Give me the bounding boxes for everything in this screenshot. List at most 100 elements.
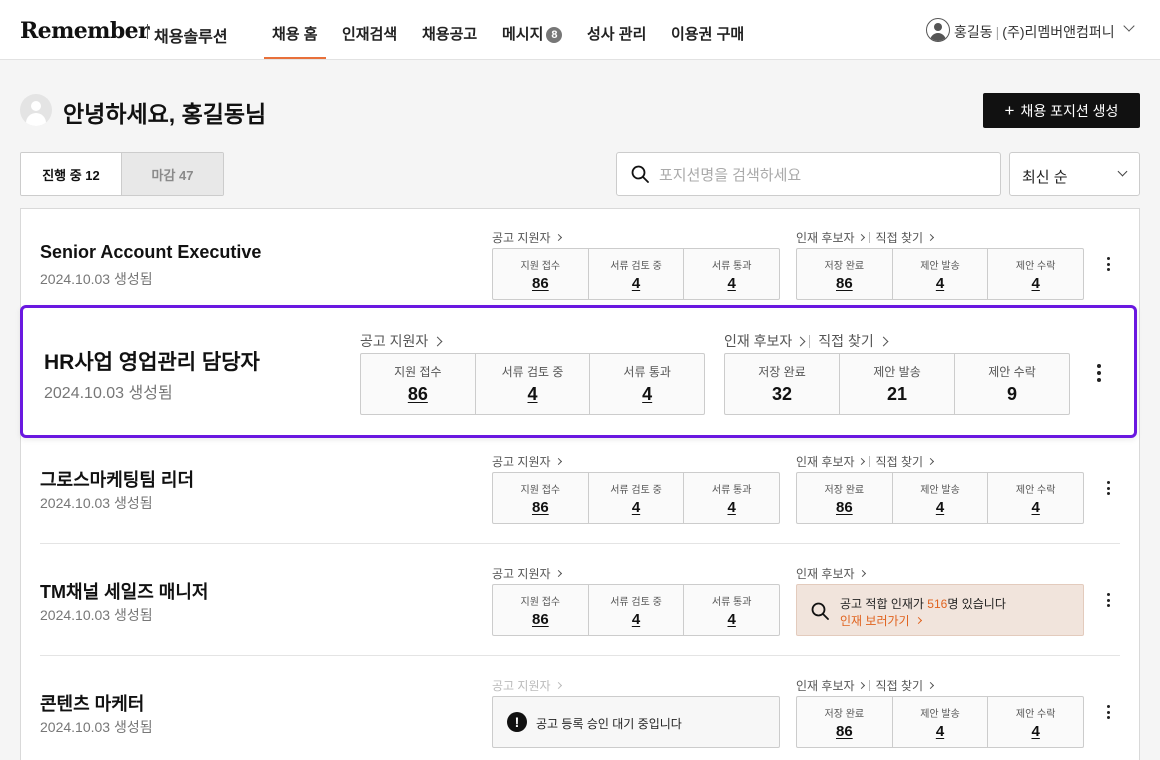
stat-label: 저장 완료 bbox=[824, 260, 865, 272]
row-divider bbox=[40, 543, 1120, 544]
candidates-link[interactable]: 인재 후보자 bbox=[724, 331, 792, 351]
stat-accepted[interactable]: 제안 수락 4 bbox=[987, 249, 1083, 299]
direct-search-link[interactable]: 직접 찾기 bbox=[818, 331, 873, 351]
stat-value: 21 bbox=[886, 384, 908, 404]
stat-label: 제안 수락 bbox=[1015, 708, 1056, 720]
direct-search-link[interactable]: 직접 찾기 bbox=[876, 229, 924, 246]
user-menu-chevron-down-icon[interactable] bbox=[1123, 20, 1135, 32]
profile-avatar-icon bbox=[20, 94, 52, 126]
stat-value: 9 bbox=[1006, 384, 1017, 404]
applicants-link[interactable]: 공고 지원자 bbox=[492, 565, 562, 582]
stat-saved[interactable]: 저장 완료 32 bbox=[725, 354, 839, 414]
candidates-link[interactable]: 인재 후보자 bbox=[796, 453, 855, 470]
candidate-stats: 저장 완료 86 제안 발송 4 제안 수락 4 bbox=[796, 472, 1084, 524]
stat-label: 지원 접수 bbox=[520, 596, 561, 608]
stat-reviewing[interactable]: 서류 검토 중 4 bbox=[587, 249, 684, 299]
stat-offered[interactable]: 제안 발송 4 bbox=[891, 249, 988, 299]
stat-passed[interactable]: 서류 통과 4 bbox=[683, 249, 779, 299]
user-name: 홍길동 bbox=[954, 24, 993, 40]
logo[interactable]: Remember bbox=[20, 18, 150, 44]
stat-offered[interactable]: 제안 발송 21 bbox=[839, 354, 954, 414]
applicants-label: 공고 지원자 bbox=[492, 679, 551, 693]
more-options-icon[interactable] bbox=[1105, 257, 1111, 271]
position-date: 2024.10.03 생성됨 bbox=[40, 719, 153, 735]
tab-closed[interactable]: 마감 47 bbox=[122, 153, 223, 195]
user-avatar-icon[interactable] bbox=[926, 18, 950, 42]
stat-value: 86 bbox=[531, 498, 549, 516]
chevron-right-icon bbox=[857, 233, 865, 242]
more-options-icon[interactable] bbox=[1096, 364, 1102, 382]
candidates-link[interactable]: 인재 후보자 bbox=[796, 565, 866, 582]
chevron-right-icon bbox=[927, 681, 935, 690]
view-talent-label: 인재 보러가기 bbox=[840, 614, 910, 628]
more-options-icon[interactable] bbox=[1105, 705, 1111, 719]
menu-job-posts[interactable]: 채용공고 bbox=[422, 23, 477, 44]
stat-label: 저장 완료 bbox=[758, 365, 806, 379]
sort-select[interactable]: 최신 순 bbox=[1009, 152, 1140, 196]
talent-match-notice[interactable]: 공고 적합 인재가 516명 있습니다 인재 보러가기 bbox=[796, 584, 1084, 636]
stat-passed[interactable]: 서류 통과 4 bbox=[589, 354, 704, 414]
stat-label: 서류 검토 중 bbox=[610, 484, 662, 496]
applicants-label: 공고 지원자 bbox=[492, 231, 551, 245]
stat-label: 제안 발송 bbox=[873, 365, 921, 379]
position-title[interactable]: 콘텐츠 마케터 bbox=[40, 690, 144, 716]
stat-saved[interactable]: 저장 완료 86 bbox=[797, 697, 892, 747]
candidates-link[interactable]: 인재 후보자 bbox=[796, 229, 855, 246]
stat-accepted[interactable]: 제안 수락 9 bbox=[954, 354, 1069, 414]
divider bbox=[809, 334, 811, 348]
stat-value: 4 bbox=[727, 610, 736, 628]
direct-search-link[interactable]: 직접 찾기 bbox=[876, 453, 924, 470]
stat-reviewing[interactable]: 서류 검토 중 4 bbox=[587, 473, 684, 523]
stat-offered[interactable]: 제안 발송 4 bbox=[891, 473, 988, 523]
create-position-label: 채용 포지션 생성 bbox=[1020, 102, 1119, 119]
user-info[interactable]: 홍길동 | (주)리멤버앤컴퍼니 bbox=[954, 22, 1115, 42]
applicants-link[interactable]: 공고 지원자 bbox=[492, 453, 562, 470]
stat-saved[interactable]: 저장 완료 86 bbox=[797, 473, 892, 523]
stat-passed[interactable]: 서류 통과 4 bbox=[683, 473, 779, 523]
stat-accepted[interactable]: 제안 수락 4 bbox=[987, 473, 1083, 523]
applicants-link[interactable]: 공고 지원자 bbox=[492, 229, 562, 246]
menu-messages[interactable]: 메시지 8 bbox=[502, 23, 563, 44]
notice-prefix: 공고 적합 인재가 bbox=[840, 597, 928, 611]
direct-search-link[interactable]: 직접 찾기 bbox=[876, 677, 924, 694]
more-options-icon[interactable] bbox=[1105, 481, 1111, 495]
menu-talent-search[interactable]: 인재검색 bbox=[342, 23, 397, 44]
top-nav: Remember 채용솔루션 채용 홈 인재검색 채용공고 메시지 8 성사 관리… bbox=[0, 0, 1160, 60]
search-icon bbox=[811, 602, 829, 620]
menu-deal-management[interactable]: 성사 관리 bbox=[587, 23, 646, 44]
stat-label: 서류 통과 bbox=[711, 260, 752, 272]
pending-approval-notice: ! 공고 등록 승인 대기 중입니다 bbox=[492, 696, 780, 748]
stat-label: 제안 발송 bbox=[920, 708, 960, 720]
stat-accepted[interactable]: 제안 수락 4 bbox=[987, 697, 1083, 747]
highlighted-position-card[interactable]: HR사업 영업관리 담당자 2024.10.03 생성됨 공고 지원자 지원 접… bbox=[20, 305, 1137, 438]
search-input[interactable] bbox=[659, 163, 989, 187]
more-options-icon[interactable] bbox=[1105, 593, 1111, 607]
menu-recruit-home[interactable]: 채용 홈 bbox=[272, 23, 318, 44]
applicant-stats: 지원 접수 86 서류 검토 중 4 서류 통과 4 bbox=[492, 584, 780, 636]
stat-saved[interactable]: 저장 완료 86 bbox=[797, 249, 892, 299]
tab-in-progress[interactable]: 진행 중 12 bbox=[21, 153, 122, 195]
stat-reviewing[interactable]: 서류 검토 중 4 bbox=[587, 585, 684, 635]
stat-received[interactable]: 지원 접수 86 bbox=[361, 354, 475, 414]
stat-label: 서류 검토 중 bbox=[501, 365, 564, 379]
applicants-label: 공고 지원자 bbox=[492, 455, 551, 469]
position-title[interactable]: TM채널 세일즈 매니저 bbox=[40, 578, 208, 604]
menu-purchase-pass[interactable]: 이용권 구매 bbox=[671, 23, 744, 44]
stat-label: 제안 수락 bbox=[1015, 484, 1056, 496]
stat-received[interactable]: 지원 접수 86 bbox=[493, 473, 588, 523]
view-talent-link[interactable]: 인재 보러가기 bbox=[840, 612, 922, 629]
stat-value: 4 bbox=[727, 498, 736, 516]
stat-passed[interactable]: 서류 통과 4 bbox=[683, 585, 779, 635]
candidates-link[interactable]: 인재 후보자 bbox=[796, 677, 855, 694]
position-title[interactable]: 그로스마케팅팀 리더 bbox=[40, 466, 194, 492]
create-position-button[interactable]: + 채용 포지션 생성 bbox=[983, 93, 1140, 128]
applicants-link[interactable]: 공고 지원자 bbox=[360, 331, 443, 351]
position-date: 2024.10.03 생성됨 bbox=[40, 495, 153, 511]
stat-received[interactable]: 지원 접수 86 bbox=[493, 585, 588, 635]
stat-reviewing[interactable]: 서류 검토 중 4 bbox=[474, 354, 590, 414]
position-title[interactable]: HR사업 영업관리 담당자 bbox=[44, 346, 260, 376]
stat-received[interactable]: 지원 접수 86 bbox=[493, 249, 588, 299]
stat-offered[interactable]: 제안 발송 4 bbox=[891, 697, 988, 747]
position-date: 2024.10.03 생성됨 bbox=[40, 607, 153, 623]
position-title[interactable]: Senior Account Executive bbox=[40, 242, 261, 263]
